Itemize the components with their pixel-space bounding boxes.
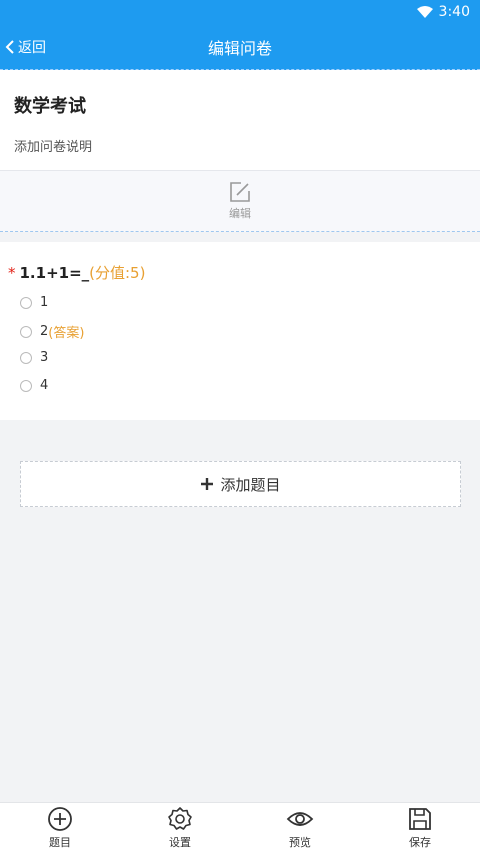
- nav-item-questions[interactable]: 题目: [0, 803, 120, 853]
- add-question-label: 添加题目: [220, 475, 281, 494]
- plus-icon: [200, 477, 214, 491]
- survey-header[interactable]: 数学考试 添加问卷说明: [0, 70, 480, 170]
- option-2[interactable]: 2 (答案): [20, 322, 84, 341]
- option-3[interactable]: 3: [20, 350, 48, 365]
- nav-item-save[interactable]: 保存: [360, 803, 480, 853]
- nav-label: 预览: [289, 836, 311, 849]
- question-stem: 1.1+1=_: [19, 263, 90, 282]
- page-title: 编辑问卷: [207, 39, 272, 58]
- plus-circle-icon: [47, 806, 73, 832]
- radio-button[interactable]: [20, 325, 32, 338]
- required-mark: *: [8, 263, 16, 282]
- gear-icon: [167, 806, 193, 832]
- nav-item-preview[interactable]: 预览: [240, 803, 360, 853]
- back-label: 返回: [18, 40, 46, 56]
- question-score: (分值:5): [89, 264, 146, 282]
- survey-title[interactable]: 数学考试: [14, 92, 466, 118]
- survey-description[interactable]: 添加问卷说明: [14, 136, 466, 155]
- radio-button[interactable]: [20, 296, 32, 309]
- bottom-nav: 题目 设置 预览 保存: [0, 802, 480, 853]
- add-question-button[interactable]: 添加题目: [20, 461, 461, 507]
- app-bar: 返回 编辑问卷: [0, 24, 480, 70]
- option-1[interactable]: 1: [20, 295, 48, 310]
- question-title: * 1.1+1=_ (分值:5): [8, 262, 145, 283]
- nav-item-settings[interactable]: 设置: [120, 803, 240, 853]
- nav-label: 题目: [49, 836, 71, 849]
- option-label: 4: [40, 378, 49, 393]
- answer-tag: (答案): [48, 326, 85, 341]
- edit-button[interactable]: 编辑: [0, 170, 480, 232]
- back-button[interactable]: 返回: [4, 24, 46, 70]
- wifi-icon: [416, 6, 433, 18]
- option-label: 3: [40, 350, 49, 365]
- chevron-left-icon: [4, 39, 16, 55]
- eye-icon: [286, 806, 314, 832]
- nav-label: 保存: [409, 836, 431, 849]
- edit-icon: [229, 181, 251, 203]
- radio-button[interactable]: [20, 351, 32, 364]
- option-label: 1: [40, 295, 49, 310]
- option-label: 2: [40, 324, 49, 339]
- edit-label: 编辑: [229, 207, 251, 220]
- save-icon: [407, 806, 433, 832]
- nav-label: 设置: [169, 836, 191, 849]
- status-bar: 3:40: [0, 0, 480, 24]
- radio-button[interactable]: [20, 379, 32, 392]
- option-4[interactable]: 4: [20, 378, 48, 393]
- status-time: 3:40: [438, 4, 470, 20]
- question-card[interactable]: * 1.1+1=_ (分值:5) 1 2 (答案) 3 4: [0, 242, 480, 420]
